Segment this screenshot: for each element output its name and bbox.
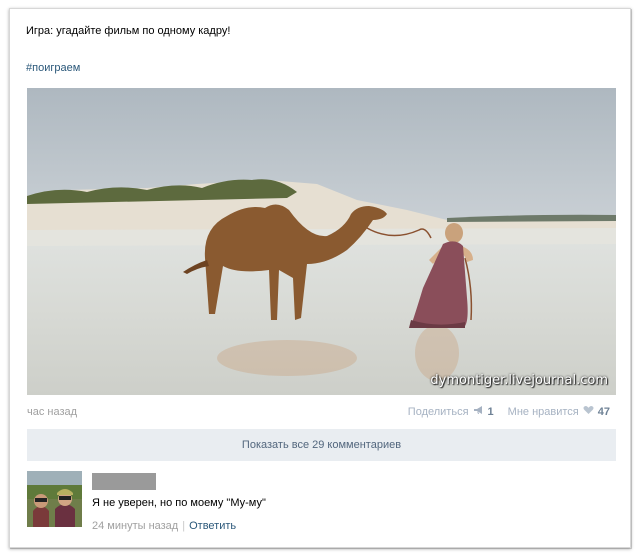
like-button[interactable]: Мне нравится 47 — [508, 405, 610, 418]
photo-watermark: dymontiger.livejournal.com — [430, 373, 608, 388]
hashtag-link[interactable]: #поиграем — [26, 62, 80, 74]
comment-meta: 24 минуты назад | Ответить — [92, 520, 236, 532]
comment-time[interactable]: 24 минуты назад — [92, 520, 178, 532]
comment-text: Я не уверен, но по моему "Му-му" — [92, 497, 266, 509]
show-all-comments-button[interactable]: Показать все 29 комментариев — [27, 429, 616, 461]
reply-link[interactable]: Ответить — [189, 520, 236, 532]
post-card: Игра: угадайте фильм по одному кадру! #п… — [9, 8, 631, 548]
avatar[interactable] — [27, 471, 82, 527]
post-photo[interactable]: dymontiger.livejournal.com — [27, 88, 616, 395]
megaphone-icon — [473, 405, 484, 418]
share-button[interactable]: Поделиться 1 — [408, 405, 494, 418]
post-time[interactable]: час назад — [27, 406, 77, 418]
like-label: Мне нравится — [507, 405, 579, 418]
post-actions: Поделиться 1 Мне нравится 47 — [408, 405, 610, 418]
comment-item: Я не уверен, но по моему "Му-му" 24 мину… — [27, 471, 616, 537]
share-label: Поделиться — [407, 405, 469, 418]
post-text: Игра: угадайте фильм по одному кадру! — [26, 25, 231, 37]
like-count: 47 — [597, 405, 610, 418]
heart-icon — [583, 405, 594, 418]
photo-scene — [27, 88, 616, 395]
comment-author-redacted — [92, 473, 156, 490]
share-count: 1 — [487, 405, 494, 418]
meta-separator: | — [182, 520, 186, 532]
